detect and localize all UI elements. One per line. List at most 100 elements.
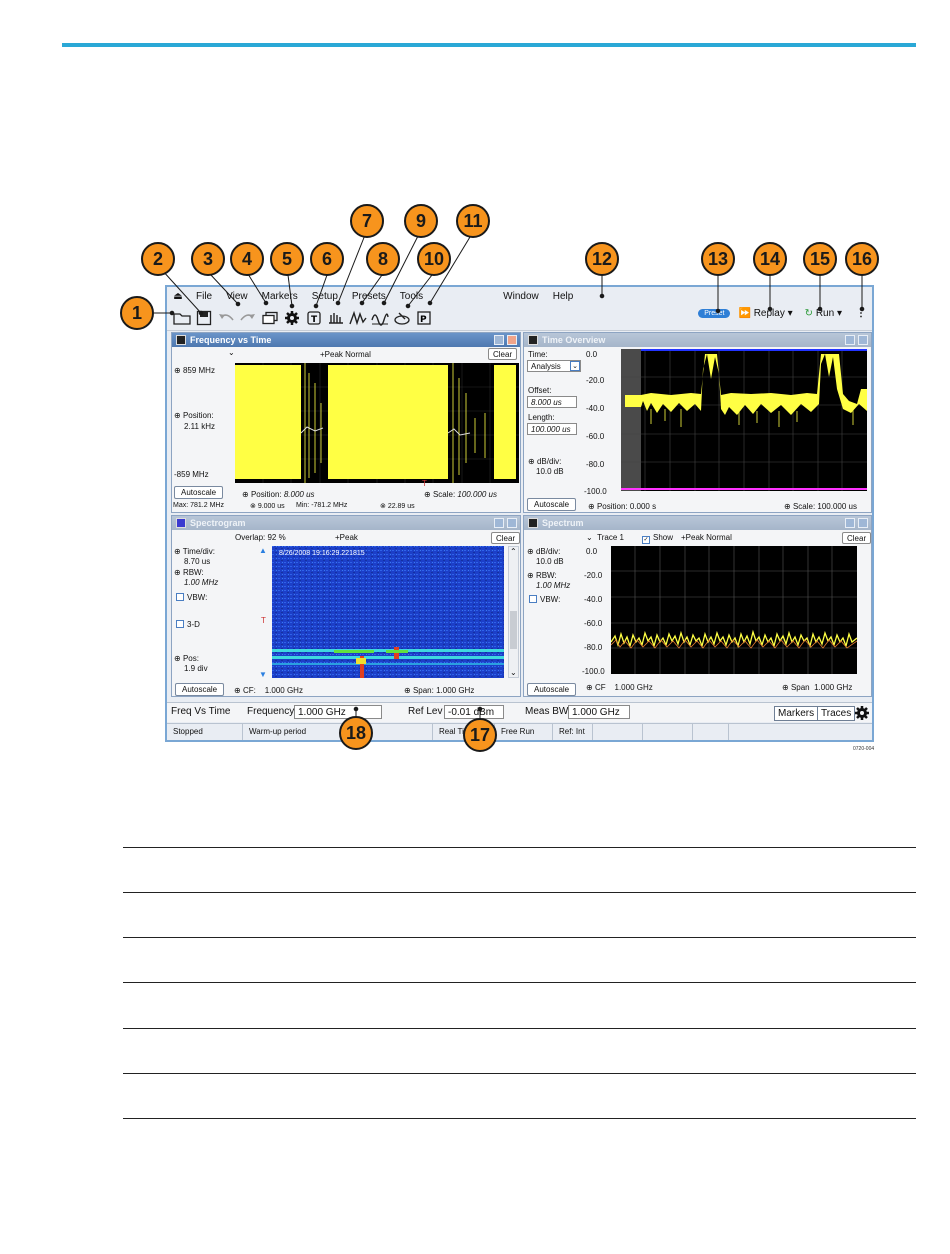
restore-icon[interactable] — [494, 335, 504, 345]
restore-icon[interactable] — [845, 518, 855, 528]
pos-label: ⊕ Pos: — [174, 654, 199, 663]
menu-setup[interactable]: Setup — [305, 291, 345, 302]
replay-label: Replay — [753, 308, 785, 319]
frequency-field[interactable]: 1.000 GHz — [294, 705, 382, 719]
collapse-chevron-icon[interactable]: ⌄ — [228, 348, 235, 357]
autoscale-button[interactable]: Autoscale — [174, 486, 224, 499]
acquire-icon[interactable] — [325, 308, 347, 328]
y-tick: -20.0 — [586, 376, 605, 385]
length-field[interactable]: 100.000 us — [527, 423, 577, 435]
chevron-down-icon: ⌄ — [586, 533, 593, 542]
timestamp: 8/26/2008 19:16:29.221815 — [279, 550, 365, 557]
refresh-icon: ↻ — [804, 308, 814, 319]
eject-icon[interactable]: ⏏ — [167, 291, 189, 302]
time-overview-plot[interactable] — [621, 349, 867, 491]
three-d-checkbox[interactable]: 3-D — [176, 620, 200, 629]
menu-file[interactable]: File — [189, 291, 219, 302]
traces-button[interactable]: Traces — [817, 706, 856, 721]
run-button[interactable]: ↻ Run ▾ — [805, 308, 842, 319]
menu-markers[interactable]: Markers — [255, 291, 305, 302]
frequency-vs-time-plot[interactable] — [235, 363, 519, 483]
run-controls: Preset ⏩ Replay ▾ ↻ Run ▾ ⋮ — [698, 308, 866, 319]
time-select[interactable]: Analysis ⌄ — [527, 360, 581, 372]
menu-bar: ⏏ File View Markers Setup Presets Tools … — [167, 287, 872, 305]
settings-gear-icon[interactable] — [854, 705, 870, 724]
toolbar: T P Preset ⏩ Replay ▾ ↻ Run ▾ ⋮ — [167, 305, 872, 331]
callout-17: 17 — [463, 718, 497, 752]
status-bar: Stopped Warm-up period Real Time Free Ru… — [167, 723, 872, 740]
menu-tools[interactable]: Tools — [393, 291, 430, 302]
spectrum-plot[interactable] — [611, 546, 857, 674]
callout-7: 7 — [350, 204, 384, 238]
recall-icon[interactable] — [391, 308, 413, 328]
clear-button[interactable]: Clear — [491, 532, 521, 544]
cf-readout: ⊕ CF: 1.000 GHz — [234, 686, 303, 695]
redo-icon[interactable] — [237, 308, 259, 328]
markers-button[interactable]: Markers — [774, 706, 819, 721]
status-cell-empty — [593, 724, 643, 740]
restore-icon[interactable] — [845, 335, 855, 345]
autoscale-button[interactable]: Autoscale — [527, 683, 577, 696]
rbw-value: 1.00 MHz — [184, 578, 219, 587]
offset-field[interactable]: 8.000 us — [527, 396, 577, 408]
spectrogram-scrollbar[interactable]: ⌃ ⌄ — [508, 546, 519, 678]
more-options-icon[interactable]: ⋮ — [856, 308, 866, 319]
svg-text:P: P — [420, 315, 427, 325]
open-folder-icon[interactable] — [171, 308, 193, 328]
scroll-down-marker[interactable]: ▼ — [259, 670, 267, 679]
amplitude-icon[interactable] — [369, 308, 391, 328]
analysis-icon[interactable] — [347, 308, 369, 328]
clear-button[interactable]: Clear — [488, 348, 518, 360]
warmup-status: Warm-up period — [243, 724, 433, 740]
panel-icon — [528, 335, 538, 345]
time-overview-panel: Time Overview Time: Analysis ⌄ Offset: 8.… — [523, 332, 872, 513]
scrollbar-thumb[interactable] — [510, 611, 517, 649]
close-icon[interactable] — [858, 518, 868, 528]
dbdiv-label: ⊕ dB/div: — [527, 547, 561, 556]
clear-button[interactable]: Clear — [842, 532, 872, 544]
panel-title-bar: Time Overview — [524, 333, 871, 347]
ref-level-field[interactable]: -0.01 dBm — [444, 705, 504, 719]
panel-title: Spectrum — [542, 518, 584, 528]
restore-icon[interactable] — [494, 518, 504, 528]
menu-presets[interactable]: Presets — [345, 291, 393, 302]
undo-icon[interactable] — [215, 308, 237, 328]
rbw-label: ⊕ RBW: — [174, 568, 204, 577]
spectrogram-plot[interactable] — [272, 546, 504, 678]
callout-11: 11 — [456, 204, 490, 238]
callout-14: 14 — [753, 242, 787, 276]
preset-button[interactable]: Preset — [698, 309, 731, 318]
autoscale-button[interactable]: Autoscale — [527, 498, 577, 511]
vbw-checkbox[interactable]: VBW: — [529, 595, 560, 604]
replay-button[interactable]: ⏩ Replay ▾ — [738, 308, 792, 319]
chevron-down-icon: ▾ — [836, 308, 842, 319]
position-readout: ⊕ Position: 0.000 s — [588, 502, 657, 511]
save-icon[interactable] — [193, 308, 215, 328]
meas-bw-field[interactable]: 1.000 GHz — [568, 705, 630, 719]
menu-help[interactable]: Help — [546, 291, 581, 302]
time-scale: ⊕ Scale: 100.000 us — [424, 490, 497, 499]
y-tick: -40.0 — [586, 404, 605, 413]
autoscale-button[interactable]: Autoscale — [175, 683, 225, 696]
close-icon[interactable] — [507, 518, 517, 528]
table-rule — [123, 847, 916, 848]
menu-window[interactable]: Window — [496, 291, 546, 302]
menu-view[interactable]: View — [219, 291, 255, 302]
gear-icon[interactable] — [281, 308, 303, 328]
windows-icon[interactable] — [259, 308, 281, 328]
table-rule — [123, 1073, 916, 1074]
vbw-checkbox[interactable]: VBW: — [176, 593, 207, 602]
trace-selector[interactable]: ⌄ Trace 1 — [586, 533, 624, 542]
scroll-up-marker[interactable]: ▲ — [259, 546, 267, 555]
reference-status: Ref: Int — [553, 724, 593, 740]
position-value: 2.11 kHz — [184, 422, 215, 431]
scroll-up-icon[interactable]: ⌃ — [510, 547, 517, 556]
spectrum-panel: Spectrum ⌄ Trace 1 ✓ Show +Peak Normal Cl… — [523, 515, 872, 697]
close-icon[interactable] — [507, 335, 517, 345]
trigger-icon[interactable]: T — [303, 308, 325, 328]
close-icon[interactable] — [858, 335, 868, 345]
show-checkbox[interactable]: ✓ Show — [642, 533, 673, 544]
dropdown-chevron-icon: ⌄ — [570, 361, 580, 371]
scroll-down-icon[interactable]: ⌄ — [510, 668, 517, 677]
presets-icon[interactable]: P — [413, 308, 435, 328]
